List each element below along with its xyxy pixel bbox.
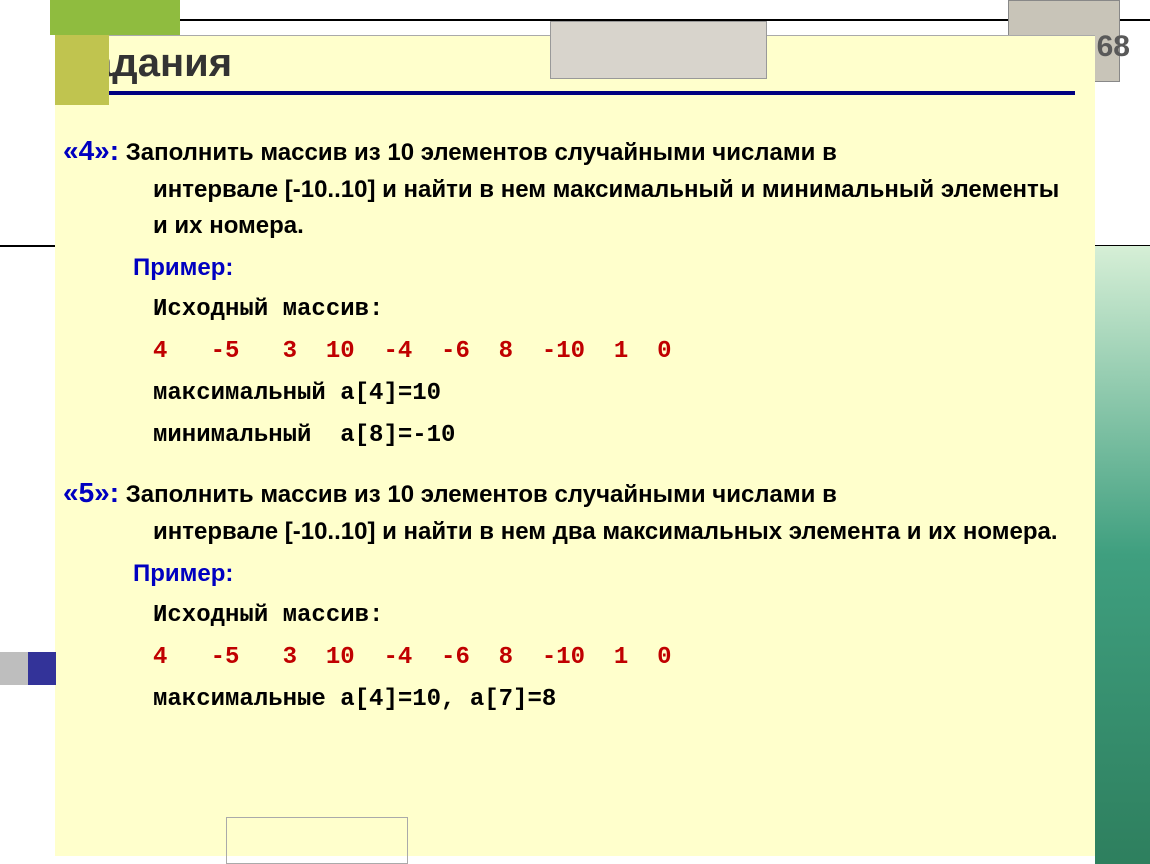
decor-left-rule	[0, 245, 56, 247]
decor-bottom-frame	[226, 817, 408, 864]
task4-lead: Заполнить массив из 10 элементов случайн…	[126, 139, 837, 166]
task-4: «4»: Заполнить массив из 10 элементов сл…	[63, 130, 1075, 454]
decor-inner-gray	[550, 21, 767, 79]
task5-lead: Заполнить массив из 10 элементов случайн…	[126, 481, 837, 508]
content-area: «4»: Заполнить массив из 10 элементов сл…	[55, 95, 1095, 718]
task5-number: «5»:	[63, 477, 119, 508]
task4-min: минимальный a[8]=-10	[63, 418, 1075, 454]
task5-max: максимальные a[4]=10, a[7]=8	[63, 682, 1075, 718]
decor-left-blue	[28, 652, 56, 685]
task4-max: максимальный a[4]=10	[63, 376, 1075, 412]
task5-array: 4 -5 3 10 -4 -6 8 -10 1 0	[63, 640, 1075, 676]
slide-body: Задания «4»: Заполнить массив из 10 элем…	[55, 35, 1095, 856]
task5-example-label: Пример:	[63, 556, 1075, 592]
decor-left-gray	[0, 652, 28, 685]
task5-src-label: Исходный массив:	[63, 598, 1075, 634]
task4-rest: интервале [-10..10] и найти в нем максим…	[63, 172, 1075, 244]
decor-right-gradient	[1095, 246, 1150, 864]
decor-olive-left	[55, 35, 109, 105]
task4-src-label: Исходный массив:	[63, 292, 1075, 328]
task-5: «5»: Заполнить массив из 10 элементов сл…	[63, 472, 1075, 718]
page-number: 68	[1097, 30, 1130, 64]
task4-example-label: Пример:	[63, 250, 1075, 286]
task4-array: 4 -5 3 10 -4 -6 8 -10 1 0	[63, 334, 1075, 370]
decor-green-block	[50, 0, 180, 35]
task4-number: «4»:	[63, 135, 119, 166]
task5-rest: интервале [-10..10] и найти в нем два ма…	[63, 514, 1075, 550]
